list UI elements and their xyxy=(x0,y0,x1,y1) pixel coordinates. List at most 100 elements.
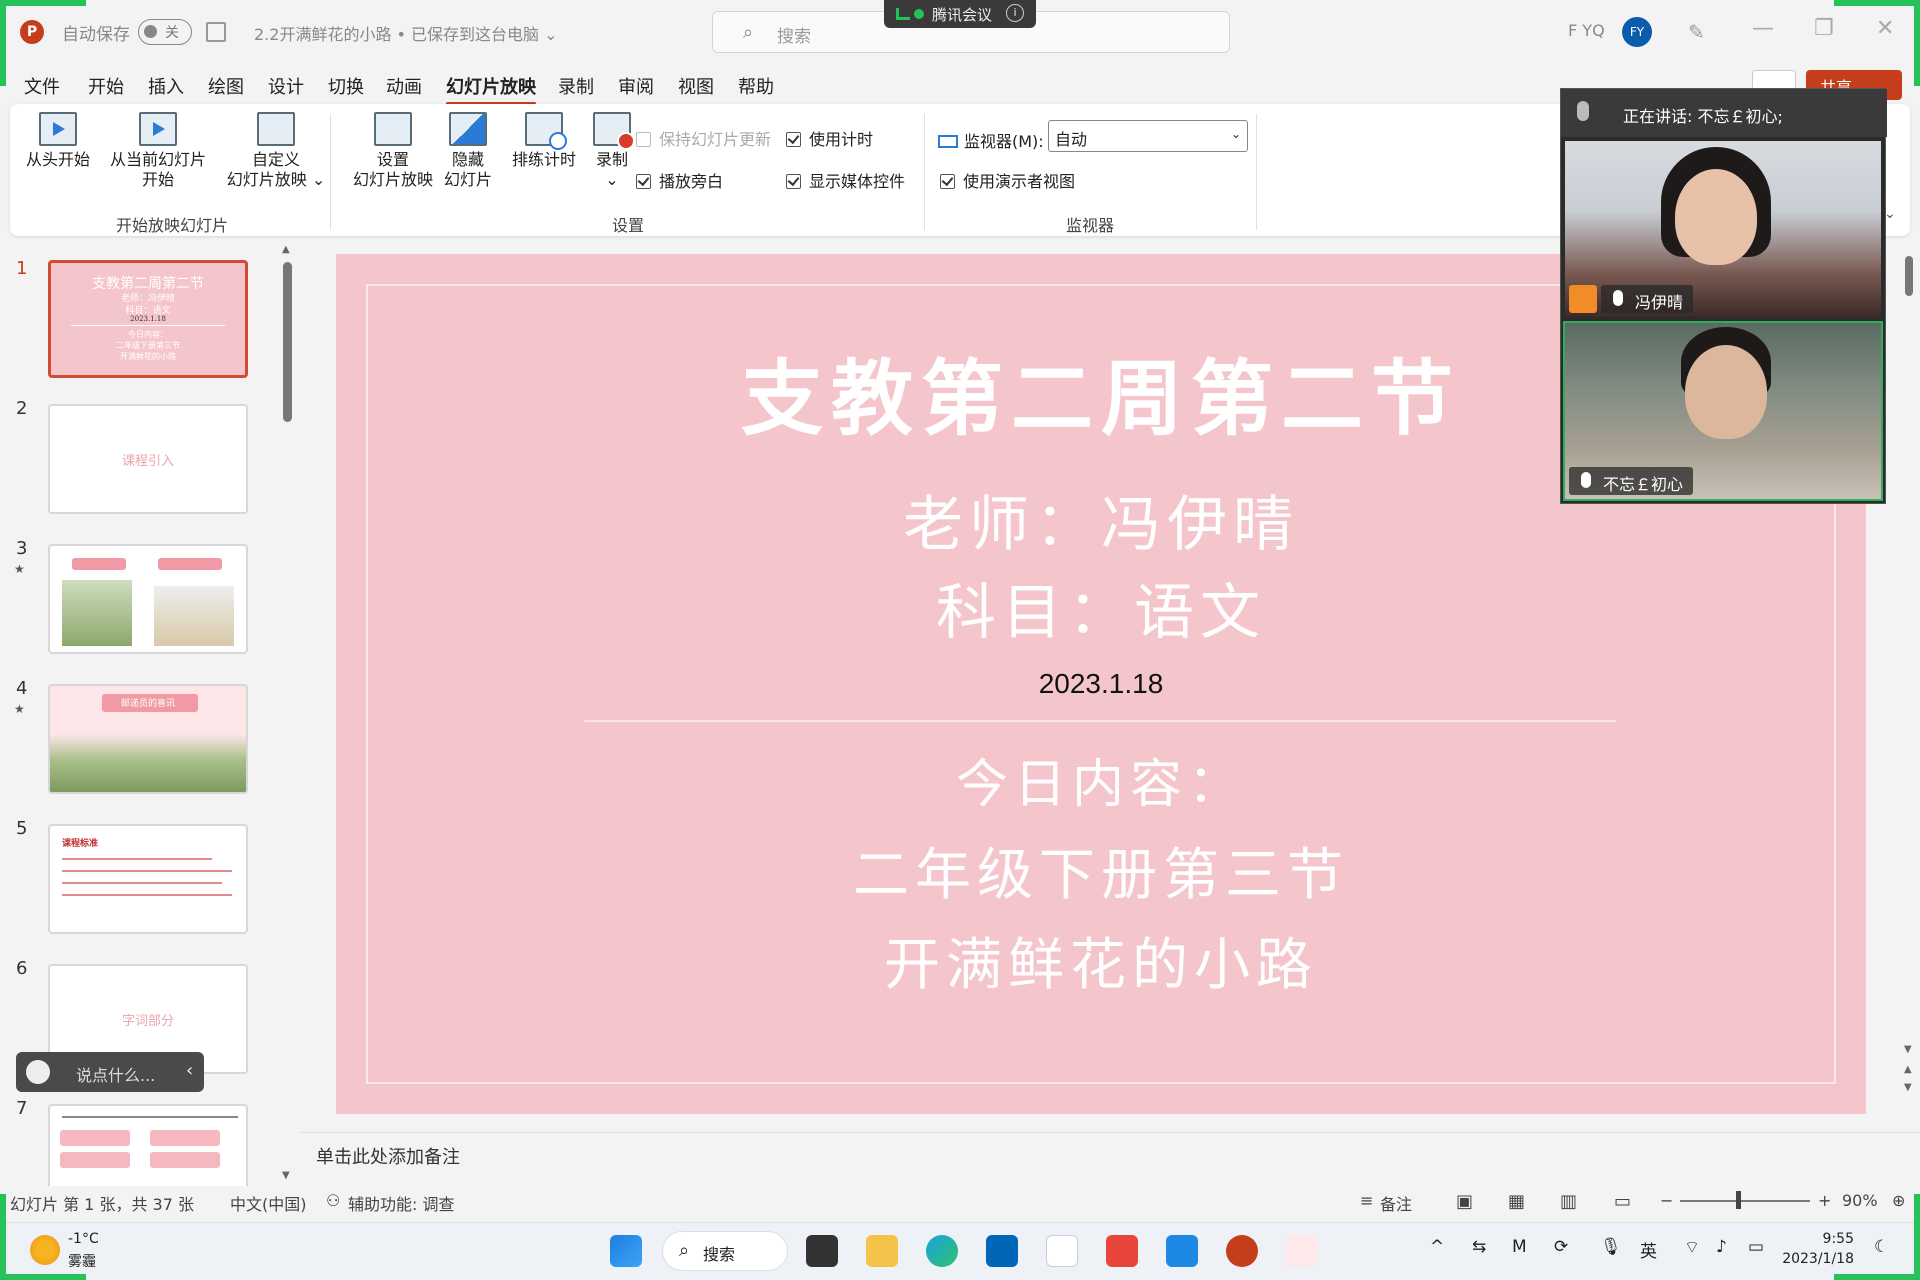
play-narrations-checkbox[interactable]: 播放旁白 xyxy=(636,168,723,192)
setup-slideshow-button[interactable]: 设置 幻灯片放映 xyxy=(346,112,440,190)
tab-design[interactable]: 设计 xyxy=(268,73,304,99)
notes-toggle[interactable]: 备注 xyxy=(1380,1191,1412,1215)
tab-review[interactable]: 审阅 xyxy=(618,73,654,99)
input-method-indicator[interactable]: 英 xyxy=(1640,1237,1657,1262)
powerpoint-icon[interactable] xyxy=(1226,1235,1258,1267)
slide-scrollbar[interactable]: ▼ ▲ ▼ xyxy=(1902,244,1916,1106)
task-view-icon[interactable] xyxy=(806,1235,838,1267)
from-current-slide-button[interactable]: 从当前幻灯片 开始 xyxy=(102,112,214,190)
thumb-header-bar xyxy=(72,558,126,570)
close-icon[interactable]: ✕ xyxy=(1876,16,1894,41)
store-icon[interactable] xyxy=(986,1235,1018,1267)
hide-slide-button[interactable]: 隐藏 幻灯片 xyxy=(440,112,496,190)
notification-moon-icon[interactable]: ☾ xyxy=(1874,1237,1889,1257)
zoom-slider-handle[interactable] xyxy=(1736,1191,1741,1209)
save-icon[interactable] xyxy=(206,22,226,42)
slide-lesson-line-2[interactable]: 开满鲜花的小路 xyxy=(336,920,1866,1001)
fit-to-window-icon[interactable]: ⊕ xyxy=(1892,1191,1905,1210)
tab-record[interactable]: 录制 xyxy=(558,73,594,99)
next-slide-icon[interactable]: ▼ xyxy=(1904,1082,1912,1093)
tab-slideshow[interactable]: 幻灯片放映 xyxy=(446,73,536,105)
tab-draw[interactable]: 绘图 xyxy=(208,73,244,99)
presenter-view-checkbox[interactable]: 使用演示者视图 xyxy=(940,168,1075,192)
autosave-toggle[interactable]: 关 xyxy=(138,19,192,45)
app-icon[interactable] xyxy=(1046,1235,1078,1267)
battery-icon[interactable]: ▭ xyxy=(1748,1237,1764,1257)
meeting-chat-input[interactable]: 说点什么... ‹ xyxy=(16,1052,204,1092)
tab-animations[interactable]: 动画 xyxy=(386,73,422,99)
show-media-controls-checkbox[interactable]: 显示媒体控件 xyxy=(786,168,905,192)
tab-file[interactable]: 文件 xyxy=(24,73,60,99)
meeting-video-panel[interactable]: 正在讲话: 不忘￡初心; 冯伊晴 不忘￡初心 xyxy=(1560,88,1887,504)
document-title[interactable]: 2.2开满鲜花的小路 • 已保存到这台电脑 ⌄ xyxy=(254,21,558,45)
tab-insert[interactable]: 插入 xyxy=(148,73,184,99)
slide-date[interactable]: 2023.1.18 xyxy=(336,668,1866,700)
rehearse-timings-button[interactable]: 排练计时 xyxy=(504,112,584,170)
tab-transitions[interactable]: 切换 xyxy=(328,73,364,99)
wifi-icon[interactable]: ⌔ xyxy=(1684,1237,1700,1258)
thumbnail-scrollbar[interactable] xyxy=(283,262,292,422)
app-tray-icon[interactable]: M xyxy=(1512,1237,1527,1257)
checkbox-box xyxy=(786,132,801,147)
record-button[interactable]: 录制 ⌄ xyxy=(584,112,640,190)
pen-icon[interactable]: ✎ xyxy=(1688,20,1705,44)
custom-slideshow-button[interactable]: 自定义 幻灯片放映 ⌄ xyxy=(220,112,332,190)
scroll-down-icon[interactable]: ▼ xyxy=(1904,1044,1912,1055)
user-name[interactable]: F YQ xyxy=(1568,21,1605,40)
settings-tray-icon[interactable]: ⇆ xyxy=(1472,1237,1486,1257)
slide-thumbnail-2[interactable]: 课程引入 xyxy=(48,404,248,514)
chevron-left-icon[interactable]: ‹ xyxy=(186,1060,193,1081)
zoom-slider[interactable] xyxy=(1680,1200,1810,1202)
info-icon[interactable]: i xyxy=(1006,4,1024,22)
restore-icon[interactable]: ❐ xyxy=(1814,16,1834,41)
video-tile-1[interactable]: 冯伊晴 xyxy=(1563,139,1883,319)
edge-browser-icon[interactable] xyxy=(926,1235,958,1267)
weather-icon[interactable] xyxy=(30,1235,60,1265)
slide-thumbnail-1[interactable]: 支教第二周第二节 老师：冯伊晴 科目：语文 2023.1.18 今日内容： 二年… xyxy=(48,260,248,378)
slide-thumbnail-5[interactable]: 课程标准 xyxy=(48,824,248,934)
use-timings-checkbox[interactable]: 使用计时 xyxy=(786,126,873,150)
tencent-meeting-icon[interactable] xyxy=(1166,1235,1198,1267)
tab-view[interactable]: 视图 xyxy=(678,73,714,99)
zoom-in-icon[interactable]: + xyxy=(1818,1191,1831,1210)
language-indicator[interactable]: 中文(中国) xyxy=(230,1191,307,1215)
start-icon[interactable] xyxy=(610,1235,642,1267)
meeting-status-bar[interactable]: 腾讯会议 i xyxy=(884,0,1036,28)
scroll-down-icon[interactable]: ▼ xyxy=(282,1170,290,1181)
tab-home[interactable]: 开始 xyxy=(88,73,124,99)
normal-view-icon[interactable]: ▣ xyxy=(1456,1191,1473,1212)
from-beginning-button[interactable]: 从头开始 xyxy=(26,112,90,170)
reading-view-icon[interactable]: ▥ xyxy=(1560,1191,1577,1212)
volume-icon[interactable]: ♪ xyxy=(1716,1237,1727,1257)
slide-sorter-icon[interactable]: ▦ xyxy=(1508,1191,1525,1212)
avatar[interactable]: FY xyxy=(1622,17,1652,47)
monitor-select[interactable]: 自动 ⌄ xyxy=(1048,120,1248,152)
slide-today-heading[interactable]: 今日内容： xyxy=(336,742,1866,817)
slide-thumbnail-7[interactable] xyxy=(48,1104,248,1190)
accessibility-checker[interactable]: 辅助功能: 调查 xyxy=(348,1191,454,1215)
scroll-up-icon[interactable]: ▲ xyxy=(282,244,290,255)
snipping-tool-icon[interactable] xyxy=(1286,1235,1318,1267)
slide-subject[interactable]: 科目：语文 xyxy=(336,564,1866,651)
microphone-icon[interactable]: 🎙 xyxy=(1600,1237,1622,1257)
previous-slide-icon[interactable]: ▲ xyxy=(1904,1064,1912,1075)
slide-thumbnail-3[interactable] xyxy=(48,544,248,654)
minimize-icon[interactable]: — xyxy=(1752,16,1774,41)
zoom-out-icon[interactable]: − xyxy=(1660,1191,1673,1210)
emoji-icon[interactable] xyxy=(26,1060,50,1084)
slideshow-view-icon[interactable]: ▭ xyxy=(1614,1191,1631,1212)
taskbar-search[interactable]: ⌕ 搜索 xyxy=(662,1231,788,1271)
tab-help[interactable]: 帮助 xyxy=(738,73,774,99)
video-tile-2[interactable]: 不忘￡初心 xyxy=(1563,321,1883,501)
notes-pane[interactable]: 单击此处添加备注 xyxy=(300,1132,1920,1174)
clock[interactable]: 9:55 2023/1/18 xyxy=(1782,1229,1854,1269)
scrollbar-thumb[interactable] xyxy=(1905,256,1913,296)
file-explorer-icon[interactable] xyxy=(866,1235,898,1267)
chevron-up-icon[interactable]: ^ xyxy=(1430,1237,1444,1257)
keep-slides-updated-checkbox[interactable]: 保持幻灯片更新 xyxy=(636,126,771,150)
slide-thumbnail-4[interactable]: 邮递员的喜讯 xyxy=(48,684,248,794)
huawei-app-icon[interactable] xyxy=(1106,1235,1138,1267)
sync-icon[interactable]: ⟳ xyxy=(1554,1237,1568,1257)
slide-lesson-line-1[interactable]: 二年级下册第三节 xyxy=(336,830,1866,911)
zoom-level[interactable]: 90% xyxy=(1842,1191,1878,1210)
